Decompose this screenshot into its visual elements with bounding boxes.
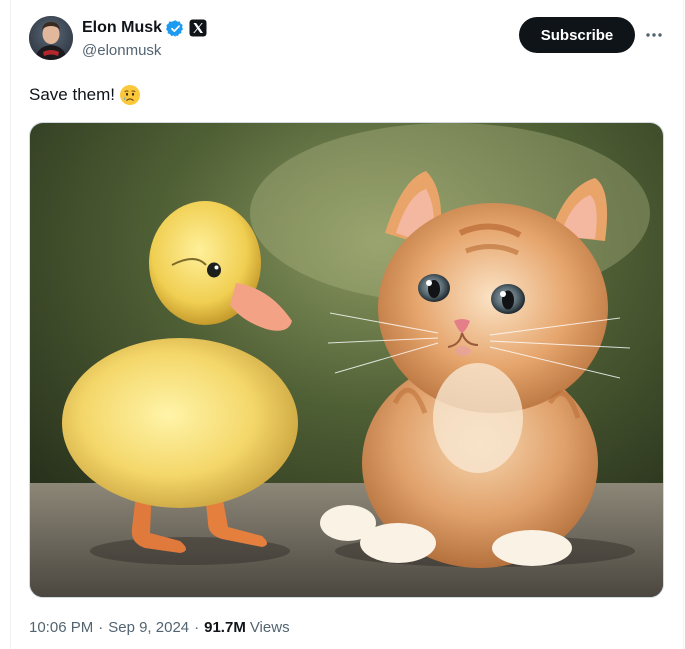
more-icon[interactable] [643, 24, 665, 46]
avatar-image [29, 16, 73, 60]
x-logo-icon[interactable] [189, 19, 207, 37]
author-handle[interactable]: @elonmusk [82, 41, 161, 61]
tweet-date[interactable]: Sep 9, 2024 [108, 618, 189, 638]
meta-separator: · [98, 619, 104, 636]
avatar[interactable] [29, 16, 73, 60]
author-display-name[interactable]: Elon Musk [82, 18, 162, 38]
photo-duckling-and-kitten [30, 123, 663, 597]
crying-face-emoji-icon [119, 84, 141, 106]
tweet-time[interactable]: 10:06 PM [29, 618, 93, 638]
tweet-meta: 10:06 PM · Sep 9, 2024 · 91.7M Views [29, 618, 290, 638]
subscribe-button[interactable]: Subscribe [519, 17, 635, 53]
tweet-text: Save them! [29, 83, 141, 107]
views-label: Views [249, 619, 290, 636]
verified-badge-icon[interactable] [166, 19, 185, 38]
views-count[interactable]: 91.7M [204, 618, 246, 638]
tweet-photo[interactable] [29, 122, 664, 598]
meta-separator: · [194, 619, 200, 636]
author-name-row: Elon Musk [82, 18, 207, 38]
tweet-text-content: Save them! [29, 85, 115, 104]
